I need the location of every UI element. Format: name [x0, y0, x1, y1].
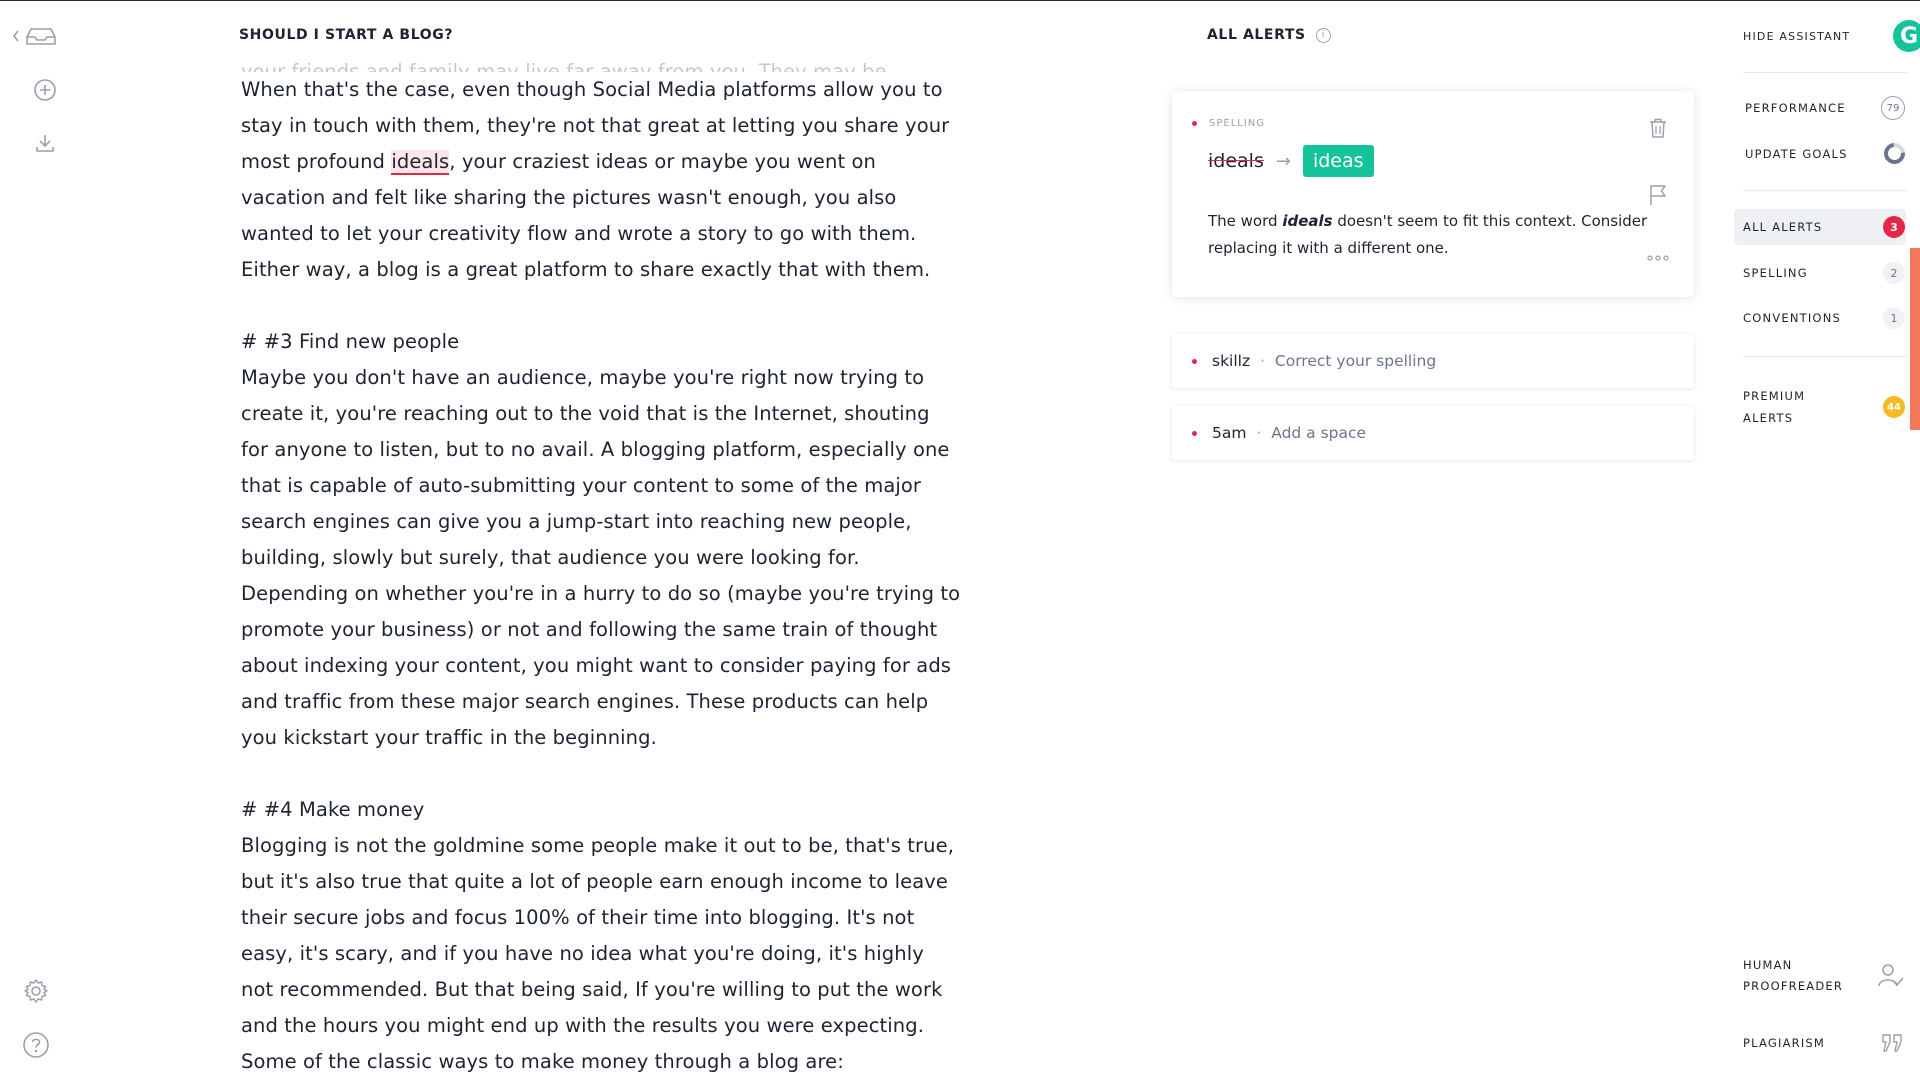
separator-dot: · — [1256, 424, 1262, 442]
filter-spelling[interactable]: SPELLING 2 — [1743, 262, 1905, 284]
alert-word: skillz — [1212, 352, 1251, 370]
plagiarism-label: PLAGIARISM — [1743, 1036, 1826, 1050]
original-word: ideals — [1208, 150, 1264, 172]
alert-hint: Add a space — [1271, 424, 1367, 442]
text-run: # #3 Find new people — [241, 330, 460, 353]
alert-category-row: SPELLING — [1192, 118, 1265, 129]
divider — [1743, 356, 1907, 357]
alert-dot — [1192, 121, 1197, 126]
paragraph[interactable]: Blogging is not the goldmine some people… — [241, 828, 961, 1044]
misspelled-word[interactable]: ideals — [391, 150, 450, 175]
alert-card-expanded[interactable]: SPELLING ideals → ideas The word ideals … — [1172, 91, 1694, 297]
gear-icon — [24, 979, 48, 1003]
alert-category: SPELLING — [1209, 118, 1266, 129]
paragraph[interactable]: When that's the case, even though Social… — [241, 72, 961, 288]
editor-body[interactable]: When that's the case, even though Social… — [241, 72, 961, 1080]
paragraph[interactable]: Some of the classic ways to make money t… — [241, 1044, 961, 1080]
accept-suggestion-button[interactable]: ideas — [1302, 145, 1374, 177]
scrollbar-thumb[interactable] — [1910, 248, 1920, 430]
premium-alerts-button[interactable]: PREMIUM ALERTS 44 — [1743, 385, 1905, 429]
help-button[interactable] — [20, 1029, 52, 1061]
proofreader-label-line2: PROOFREADER — [1743, 979, 1844, 993]
filter-all-alerts[interactable]: ALL ALERTS 3 — [1743, 216, 1905, 238]
back-to-documents-button[interactable] — [10, 22, 62, 50]
text-run: # #4 Make money — [241, 798, 425, 821]
alert-explanation: The word ideals doesn't seem to fit this… — [1208, 208, 1648, 262]
filter-label: ALL ALERTS — [1743, 220, 1823, 234]
filter-label: SPELLING — [1743, 266, 1808, 280]
alerts-header: ALL ALERTS i — [1207, 27, 1331, 43]
new-document-button[interactable] — [31, 76, 59, 104]
filter-label: CONVENTIONS — [1743, 311, 1841, 325]
grammarly-logo-icon: G — [1893, 20, 1920, 52]
proofreader-label: HUMAN PROOFREADER — [1743, 955, 1843, 997]
alerts-title: ALL ALERTS — [1207, 27, 1306, 43]
info-icon[interactable]: i — [1315, 27, 1331, 43]
dismiss-alert-button[interactable] — [1646, 115, 1670, 141]
filter-count: 3 — [1883, 216, 1905, 238]
alert-dot — [1192, 358, 1197, 364]
document-editor[interactable]: your friends and family may live far awa… — [241, 60, 961, 1080]
faded-previous-line: your friends and family may live far awa… — [241, 60, 887, 72]
more-options-button[interactable] — [1646, 251, 1670, 265]
document-title[interactable]: SHOULD I START A BLOG? — [239, 27, 453, 43]
assistant-sidebar: HIDE ASSISTANT G PERFORMANCE 79 UPDATE G… — [1710, 0, 1920, 1080]
text-run: Some of the classic ways to make money t… — [241, 1050, 844, 1073]
performance-button[interactable]: PERFORMANCE 79 — [1745, 96, 1905, 120]
replacement-row: ideals → ideas — [1208, 145, 1374, 177]
paragraph[interactable]: # #3 Find new people — [241, 324, 961, 360]
alert-card-collapsed[interactable]: skillz · Correct your spelling — [1172, 334, 1694, 388]
filter-count: 1 — [1883, 307, 1905, 329]
update-goals-button[interactable]: UPDATE GOALS — [1745, 138, 1910, 169]
arrow-right-icon: → — [1275, 150, 1291, 172]
goals-progress-icon — [1879, 138, 1910, 169]
proofreader-person-icon — [1878, 964, 1904, 987]
flag-icon — [1650, 185, 1666, 205]
alert-hint: Correct your spelling — [1274, 352, 1437, 370]
proofreader-label-line1: HUMAN — [1743, 958, 1793, 972]
more-dots-icon — [1647, 255, 1669, 261]
hide-assistant-button[interactable]: HIDE ASSISTANT G — [1743, 20, 1920, 52]
download-icon — [36, 135, 54, 152]
update-goals-label: UPDATE GOALS — [1745, 146, 1848, 161]
separator-dot: · — [1260, 352, 1265, 370]
divider — [1743, 72, 1907, 73]
text-run: Maybe you don't have an audience, maybe … — [241, 366, 961, 749]
settings-button[interactable] — [20, 975, 52, 1007]
human-proofreader-button[interactable]: HUMAN PROOFREADER — [1743, 955, 1905, 997]
explanation-word: ideals — [1282, 212, 1333, 230]
download-button[interactable] — [31, 129, 59, 157]
premium-label-line1: PREMIUM — [1743, 389, 1806, 403]
paragraph[interactable]: Maybe you don't have an audience, maybe … — [241, 360, 961, 756]
alert-dot — [1192, 430, 1197, 436]
premium-label-line2: ALERTS — [1743, 411, 1794, 425]
filter-conventions[interactable]: CONVENTIONS 1 — [1743, 307, 1905, 329]
left-rail — [0, 0, 90, 1080]
back-inbox-icon — [12, 28, 56, 45]
filter-count: 2 — [1883, 262, 1905, 284]
plagiarism-button[interactable]: PLAGIARISM — [1743, 1032, 1905, 1054]
text-run: Blogging is not the goldmine some people… — [241, 834, 955, 1037]
alert-word: 5am — [1212, 424, 1247, 442]
premium-alerts-label: PREMIUM ALERTS — [1743, 385, 1805, 429]
premium-count: 44 — [1883, 396, 1905, 418]
performance-score: 79 — [1881, 96, 1905, 120]
paragraph[interactable]: # #4 Make money — [241, 792, 961, 828]
window-top-border — [0, 0, 1920, 1]
performance-label: PERFORMANCE — [1745, 101, 1846, 115]
flag-alert-button[interactable] — [1646, 182, 1670, 208]
help-icon — [23, 1032, 49, 1058]
plus-circle-icon — [34, 79, 56, 101]
hide-assistant-label: HIDE ASSISTANT — [1743, 29, 1851, 43]
explanation-text: The word — [1208, 212, 1283, 230]
quote-marks-icon — [1882, 1034, 1902, 1052]
alert-card-collapsed[interactable]: 5am · Add a space — [1172, 406, 1694, 460]
divider — [1743, 190, 1907, 191]
trash-icon — [1650, 118, 1666, 138]
